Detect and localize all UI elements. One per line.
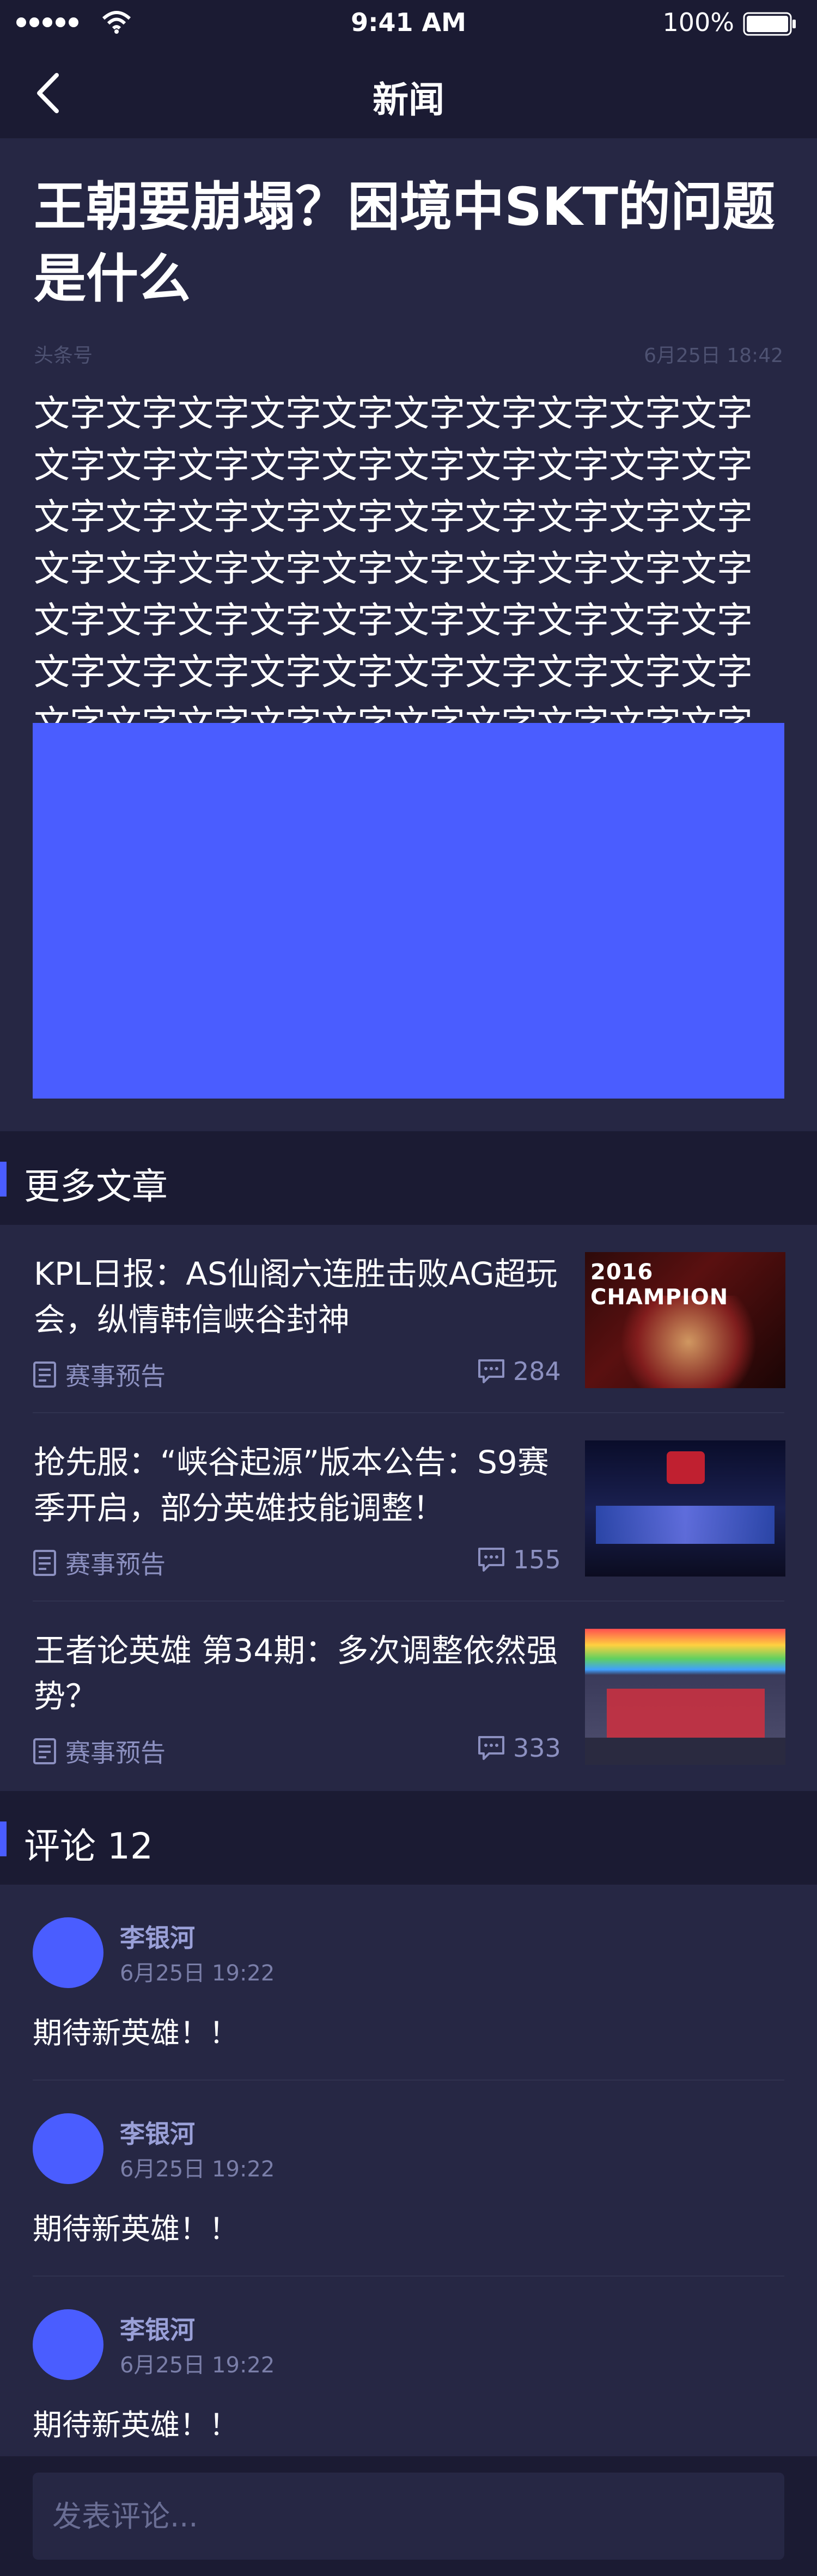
comment-icon xyxy=(478,1548,504,1572)
comment-count: 333 xyxy=(477,1733,561,1763)
document-icon xyxy=(33,1361,56,1388)
avatar[interactable] xyxy=(33,2309,103,2380)
comment-input[interactable] xyxy=(33,2473,784,2560)
thumbnail-text: 2016 CHAMPION xyxy=(590,1260,729,1310)
list-item[interactable]: 王者论英雄 第34期：多次调整依然强势？ 赛事预告 333 xyxy=(0,1602,817,1790)
section-accent-bar xyxy=(0,1821,7,1856)
comment-time: 6月25日 19:22 xyxy=(120,2353,275,2378)
battery-percent: 100% xyxy=(662,8,734,37)
list-item[interactable]: 抢先服：“峡谷起源”版本公告：S9赛季开启，部分英雄技能调整！ 赛事预告 155 xyxy=(0,1413,817,1602)
comment-item: 李银河 6月25日 19:22 期待新英雄！！ xyxy=(0,2277,817,2473)
comment-item: 李银河 6月25日 19:22 期待新英雄！！ xyxy=(0,2081,817,2277)
comment-count-value: 333 xyxy=(513,1733,561,1763)
article-thumbnail[interactable]: 2016 CHAMPION xyxy=(585,1252,785,1388)
comment-text: 期待新英雄！！ xyxy=(33,2016,239,2050)
article-date: 6月25日 18:42 xyxy=(644,345,783,367)
comment-text: 期待新英雄！！ xyxy=(33,2408,239,2442)
comment-count: 284 xyxy=(477,1357,561,1386)
avatar[interactable] xyxy=(33,2113,103,2184)
comment-icon xyxy=(478,1736,504,1760)
category-label: 赛事预告 xyxy=(65,1361,166,1391)
category-label: 赛事预告 xyxy=(65,1550,166,1579)
document-icon xyxy=(33,1550,56,1576)
comment-count: 155 xyxy=(477,1545,561,1574)
comment-list: 李银河 6月25日 19:22 期待新英雄！！ 李银河 6月25日 19:22 … xyxy=(0,1885,817,2456)
comment-time: 6月25日 19:22 xyxy=(120,1961,275,1986)
comment-time: 6月25日 19:22 xyxy=(120,2157,275,2182)
article-source[interactable]: 头条号 xyxy=(34,340,93,368)
comment-count-value: 155 xyxy=(513,1545,561,1574)
article-thumbnail[interactable] xyxy=(585,1440,785,1577)
more-articles-header: 更多文章 xyxy=(0,1131,817,1225)
article-image xyxy=(33,723,784,1099)
document-icon xyxy=(33,1738,56,1764)
section-title: 评论 12 xyxy=(24,1825,153,1867)
avatar[interactable] xyxy=(33,1917,103,1988)
page-title: 新闻 xyxy=(373,79,444,121)
article-category: 赛事预告 xyxy=(33,1545,166,1581)
article-title[interactable]: 王者论英雄 第34期：多次调整依然强势？ xyxy=(34,1628,568,1719)
nav-bar: 新闻 xyxy=(0,47,817,138)
comment-item: 李银河 6月25日 19:22 期待新英雄！！ xyxy=(0,1885,817,2081)
section-accent-bar xyxy=(0,1162,7,1197)
comments-header: 评论 12 xyxy=(0,1791,817,1885)
category-label: 赛事预告 xyxy=(65,1738,166,1768)
status-bar: 9:41 AM 100% xyxy=(0,0,817,47)
comment-author[interactable]: 李银河 xyxy=(120,2310,195,2346)
article-title[interactable]: KPL日报：AS仙阁六连胜击败AG超玩会，纵情韩信峡谷封神 xyxy=(34,1251,568,1342)
section-title: 更多文章 xyxy=(24,1166,168,1207)
article-title[interactable]: 抢先服：“峡谷起源”版本公告：S9赛季开启，部分英雄技能调整！ xyxy=(34,1439,568,1531)
comment-text: 期待新英雄！！ xyxy=(33,2212,239,2246)
comment-count-value: 284 xyxy=(513,1357,561,1386)
article-category: 赛事预告 xyxy=(33,1357,166,1393)
article-category: 赛事预告 xyxy=(33,1733,166,1769)
article-list: KPL日报：AS仙阁六连胜击败AG超玩会，纵情韩信峡谷封神 赛事预告 284 2… xyxy=(0,1225,817,1791)
article: 王朝要崩塌？困境中SKT的问题是什么 头条号 6月25日 18:42 文字文字文… xyxy=(0,138,817,1131)
comment-author[interactable]: 李银河 xyxy=(120,1918,195,1954)
article-headline: 王朝要崩塌？困境中SKT的问题是什么 xyxy=(34,176,776,309)
comment-input-bar xyxy=(0,2456,817,2576)
comment-author[interactable]: 李银河 xyxy=(120,2114,195,2150)
comment-icon xyxy=(478,1359,504,1383)
list-item[interactable]: KPL日报：AS仙阁六连胜击败AG超玩会，纵情韩信峡谷封神 赛事预告 284 2… xyxy=(0,1225,817,1413)
article-thumbnail[interactable] xyxy=(585,1629,785,1765)
battery-icon xyxy=(743,12,796,36)
